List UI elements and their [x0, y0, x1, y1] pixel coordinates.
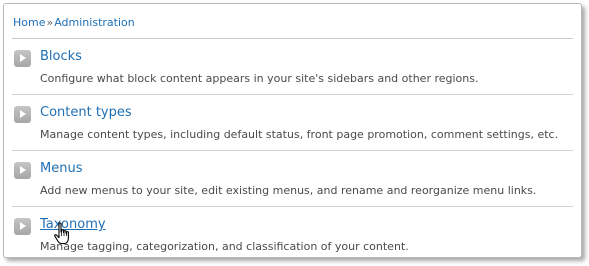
list-item-taxonomy: Taxonomy Manage tagging, categorization,…	[12, 207, 573, 262]
arrow-right-icon[interactable]	[14, 218, 31, 235]
menus-description: Add new menus to your site, edit existin…	[40, 184, 537, 197]
arrow-right-icon[interactable]	[14, 106, 31, 123]
hand-pointer-icon	[54, 222, 69, 245]
list-item-blocks: Blocks Configure what block content appe…	[12, 39, 573, 95]
arrow-right-icon[interactable]	[14, 50, 31, 67]
admin-list: Blocks Configure what block content appe…	[12, 39, 573, 262]
admin-panel: Home»Administration Blocks Configure wha…	[3, 3, 582, 258]
menus-link[interactable]: Menus	[40, 161, 82, 176]
content-types-link[interactable]: Content types	[40, 105, 132, 120]
blocks-description: Configure what block content appears in …	[40, 72, 479, 85]
breadcrumb-home-link[interactable]: Home	[13, 16, 45, 29]
taxonomy-link[interactable]: Taxonomy	[40, 217, 106, 232]
list-item-content-types: Content types Manage content types, incl…	[12, 95, 573, 151]
list-item-menus: Menus Add new menus to your site, edit e…	[12, 151, 573, 207]
blocks-link[interactable]: Blocks	[40, 49, 82, 64]
content-types-description: Manage content types, including default …	[40, 128, 559, 141]
arrow-right-icon[interactable]	[14, 162, 31, 179]
breadcrumb-separator: »	[46, 16, 54, 29]
breadcrumb: Home»Administration	[13, 16, 135, 29]
taxonomy-description: Manage tagging, categorization, and clas…	[40, 240, 409, 253]
breadcrumb-administration-link[interactable]: Administration	[54, 16, 135, 29]
